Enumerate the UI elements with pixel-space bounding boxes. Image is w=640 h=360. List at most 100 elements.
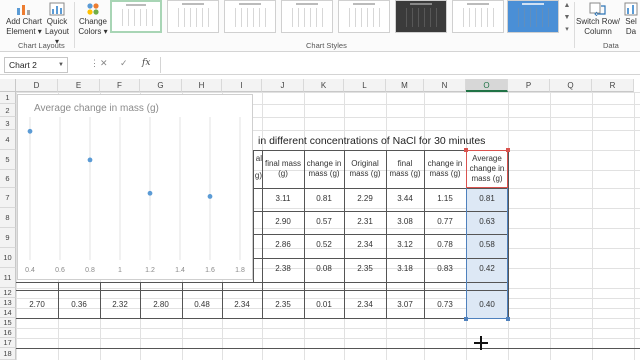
table-cell[interactable]: 2.34: [222, 291, 262, 318]
more-styles-icon[interactable]: ▾: [562, 24, 572, 36]
column-header[interactable]: K: [304, 79, 344, 92]
formula-input[interactable]: [160, 57, 638, 73]
column-header[interactable]: P: [508, 79, 550, 92]
column-header[interactable]: Q: [550, 79, 592, 92]
table-cell[interactable]: 2.35: [262, 291, 304, 318]
chart-style-6[interactable]: [395, 0, 447, 33]
cancel-icon[interactable]: ✕: [100, 58, 108, 69]
chart-style-8[interactable]: [507, 0, 559, 33]
select-all-corner[interactable]: [0, 79, 16, 92]
table-cell[interactable]: 2.70: [16, 291, 58, 318]
table-cell[interactable]: 0.73: [424, 291, 466, 318]
column-header[interactable]: D: [16, 79, 58, 92]
row-header[interactable]: 16: [0, 328, 16, 338]
table-cell[interactable]: 0.48: [182, 291, 222, 318]
scroll-up-icon[interactable]: ▲: [562, 0, 572, 12]
column-header[interactable]: F: [100, 79, 140, 92]
select-data-button[interactable]: Sel Da: [622, 2, 640, 37]
table-cell[interactable]: 3.44: [386, 188, 424, 210]
column-header[interactable]: E: [58, 79, 100, 92]
column-header[interactable]: J: [262, 79, 304, 92]
column-header[interactable]: N: [424, 79, 466, 92]
insert-function-icon[interactable]: fx: [142, 58, 150, 68]
table-header-cell[interactable]: final mass (g): [262, 150, 304, 188]
range-handle[interactable]: [506, 317, 510, 321]
row-header[interactable]: 10: [0, 248, 16, 268]
table-cell[interactable]: 2.34: [344, 234, 386, 256]
row-header[interactable]: 4: [0, 130, 16, 150]
table-cell[interactable]: 2.32: [100, 291, 140, 318]
table-cell[interactable]: 0.78: [424, 234, 466, 256]
range-handle[interactable]: [506, 148, 510, 152]
row-header[interactable]: 13: [0, 298, 16, 308]
row-header[interactable]: 8: [0, 208, 16, 228]
row-header[interactable]: 14: [0, 308, 16, 318]
table-cell[interactable]: 0.08: [304, 258, 344, 280]
row-header[interactable]: 18: [0, 348, 16, 360]
add-chart-element-button[interactable]: Add Chart Element ▾: [4, 2, 44, 37]
table-cell[interactable]: 2.34: [344, 291, 386, 318]
table-cell[interactable]: 0.81: [304, 188, 344, 210]
table-cell[interactable]: 0.57: [304, 211, 344, 233]
table-border: [386, 150, 387, 318]
table-cell[interactable]: 0.01: [304, 291, 344, 318]
row-header[interactable]: 6: [0, 170, 16, 188]
scroll-down-icon[interactable]: ▼: [562, 12, 572, 24]
table-cell[interactable]: 2.86: [262, 234, 304, 256]
table-cell[interactable]: 2.31: [344, 211, 386, 233]
table-cell[interactable]: 0.52: [304, 234, 344, 256]
column-header[interactable]: I: [222, 79, 262, 92]
range-handle[interactable]: [464, 148, 468, 152]
range-handle[interactable]: [464, 317, 468, 321]
name-box-dropdown-icon[interactable]: ▼: [58, 58, 64, 72]
table-cell[interactable]: 1.15: [424, 188, 466, 210]
column-header[interactable]: R: [592, 79, 634, 92]
chart-style-1[interactable]: [110, 0, 162, 33]
table-header-cell[interactable]: Original mass (g): [344, 150, 386, 188]
chart-style-3[interactable]: [224, 0, 276, 33]
row-header[interactable]: 17: [0, 338, 16, 348]
row-header[interactable]: 11: [0, 268, 16, 288]
name-box[interactable]: Chart 2 ▼: [4, 57, 68, 73]
change-colors-button[interactable]: Change Colors ▾: [78, 2, 108, 37]
chart-style-7[interactable]: [452, 0, 504, 33]
column-header[interactable]: H: [182, 79, 222, 92]
chart-area[interactable]: Average change in mass (g) 0.4 0.6 0.8 1 1.2…: [17, 94, 253, 280]
switch-row-column-button[interactable]: Switch Row/ Column: [576, 2, 620, 37]
table-cell[interactable]: 2.90: [262, 211, 304, 233]
column-header[interactable]: L: [344, 79, 386, 92]
table-cell[interactable]: 3.18: [386, 258, 424, 280]
row-header[interactable]: 1: [0, 92, 16, 104]
row-header[interactable]: 12: [0, 288, 16, 298]
row-header[interactable]: 5: [0, 150, 16, 170]
table-cell[interactable]: 0.36: [58, 291, 100, 318]
ribbon: Add Chart Element ▾ Quick Layout ▾ Chart…: [0, 0, 640, 52]
table-cell[interactable]: 0.77: [424, 211, 466, 233]
table-cell[interactable]: 3.08: [386, 211, 424, 233]
table-header-cell[interactable]: change in mass (g): [304, 150, 344, 188]
table-header-cell[interactable]: change in mass (g): [424, 150, 466, 188]
table-cell[interactable]: 2.35: [344, 258, 386, 280]
chart-styles-scroll[interactable]: ▲ ▼ ▾: [562, 0, 572, 36]
chart-style-2[interactable]: [167, 0, 219, 33]
table-header-cell[interactable]: final mass (g): [386, 150, 424, 188]
row-header[interactable]: 2: [0, 104, 16, 117]
chart-style-4[interactable]: [281, 0, 333, 33]
table-cell[interactable]: 2.80: [140, 291, 182, 318]
column-header[interactable]: G: [140, 79, 182, 92]
table-cell[interactable]: 3.11: [262, 188, 304, 210]
table-cell[interactable]: 3.12: [386, 234, 424, 256]
table-cell[interactable]: 3.07: [386, 291, 424, 318]
table-cell[interactable]: 2.29: [344, 188, 386, 210]
table-cell[interactable]: 2.38: [262, 258, 304, 280]
enter-icon[interactable]: ✓: [120, 58, 128, 69]
table-border: [100, 282, 101, 318]
row-header[interactable]: 15: [0, 318, 16, 328]
row-header[interactable]: 7: [0, 188, 16, 208]
table-cell[interactable]: 0.83: [424, 258, 466, 280]
column-header[interactable]: M: [386, 79, 424, 92]
chart-style-5[interactable]: [338, 0, 390, 33]
row-header[interactable]: 3: [0, 117, 16, 130]
row-header[interactable]: 9: [0, 228, 16, 248]
column-header[interactable]: O: [466, 79, 508, 92]
